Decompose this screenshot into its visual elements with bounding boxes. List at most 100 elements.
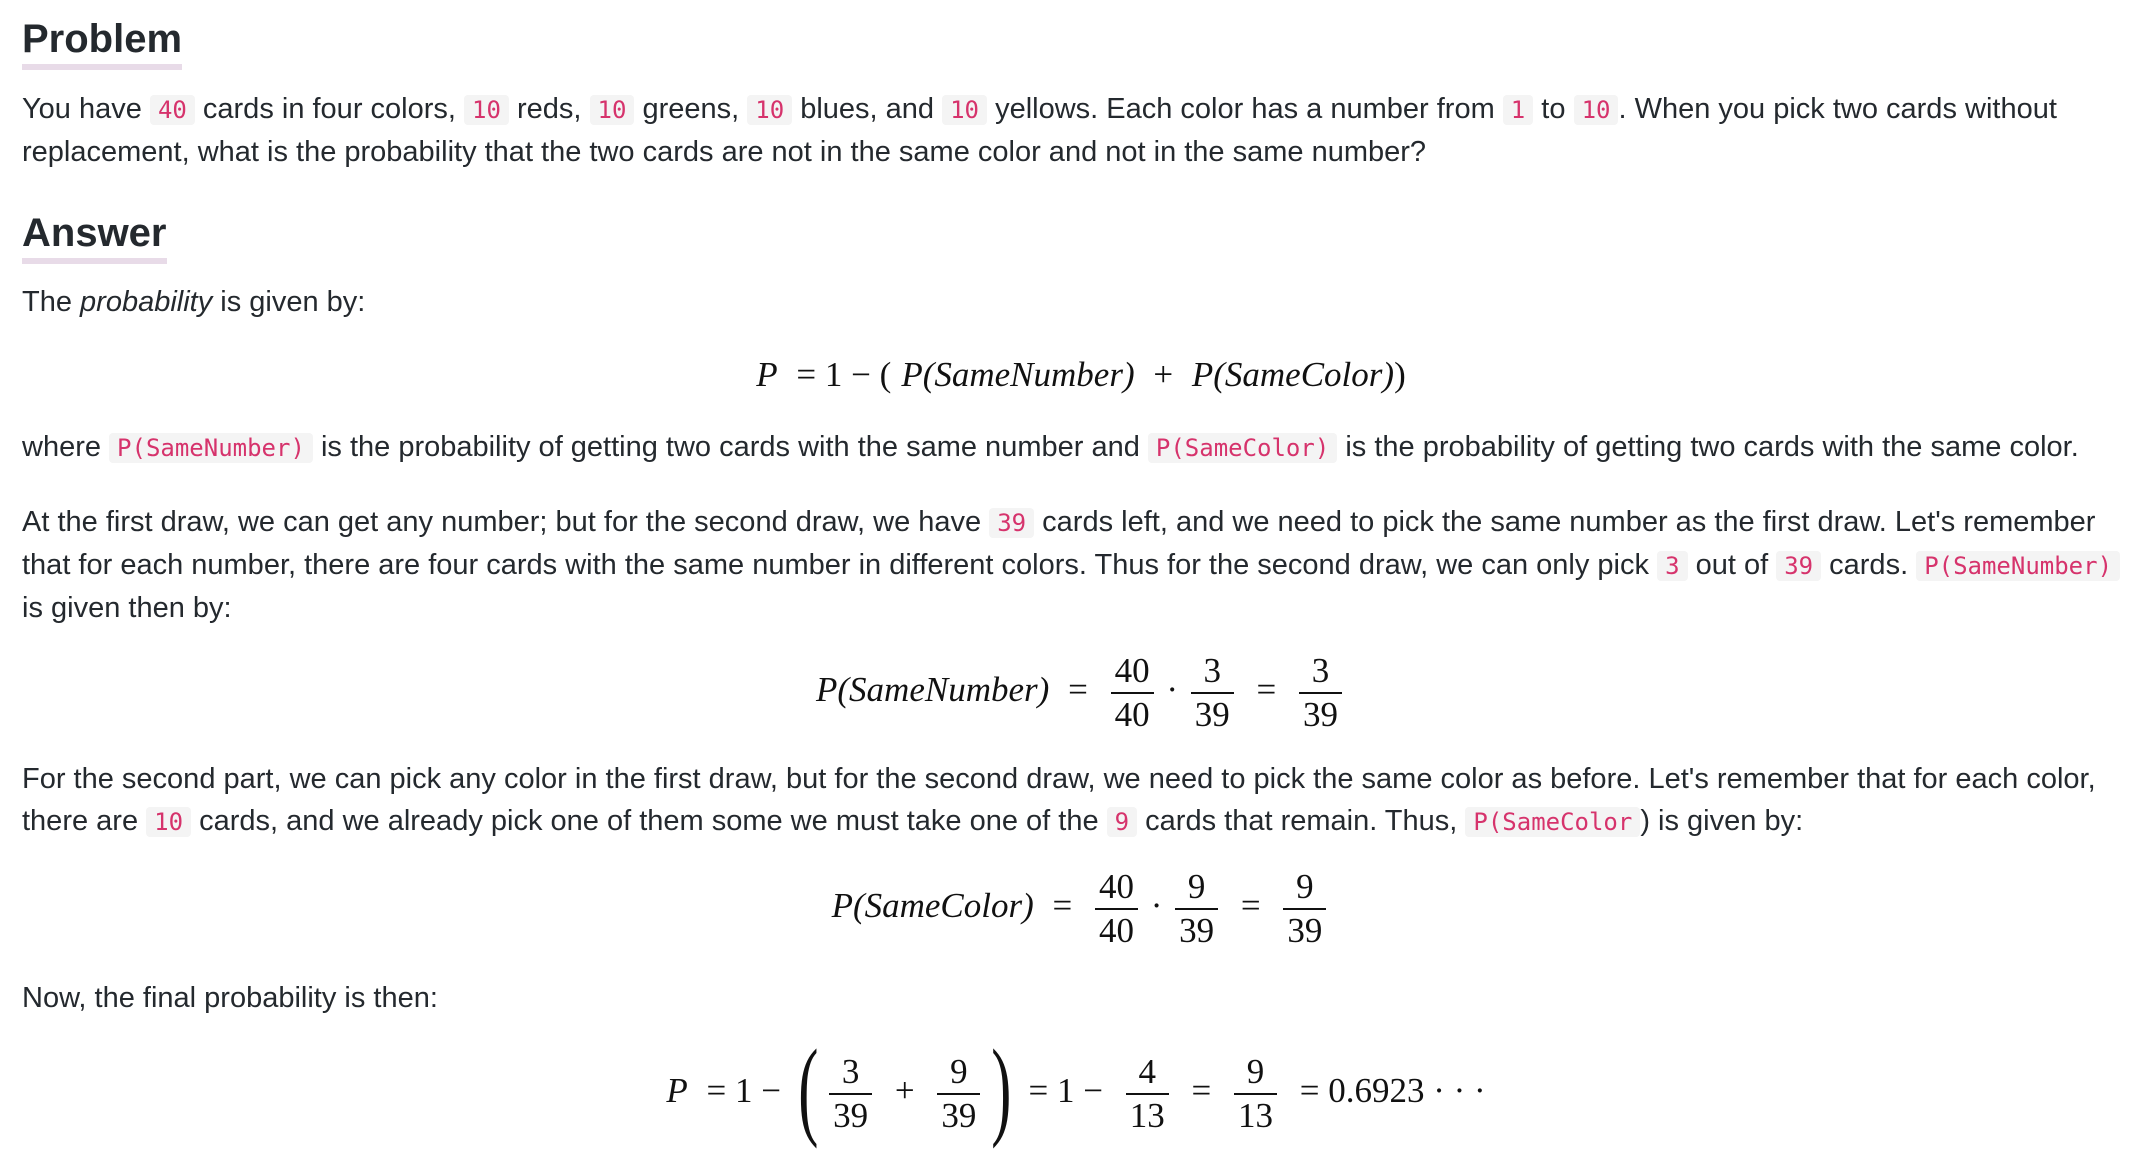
numerator: 9 <box>937 1051 981 1095</box>
text: blues, and <box>792 93 943 125</box>
fraction: 40 40 <box>1095 866 1139 952</box>
math-symbol: P <box>901 355 923 394</box>
denominator: 13 <box>1129 1096 1165 1135</box>
answer-heading: Answer <box>22 210 167 264</box>
math-operator: = <box>1068 670 1088 710</box>
math-operator: = 1 − ( <box>796 355 892 394</box>
inline-code: 3 <box>1657 551 1688 581</box>
math-argument: (SameNumber) <box>922 355 1135 394</box>
inline-code: 10 <box>942 95 988 125</box>
big-right-paren: ) <box>991 1027 1012 1149</box>
text: cards that remain. Thus, <box>1137 805 1466 837</box>
math-paren: ) <box>1394 355 1406 394</box>
text: You have <box>22 93 150 125</box>
math-operator: · <box>1150 886 1163 926</box>
text: cards, and we already pick one of them s… <box>191 805 1107 837</box>
math-operator: = <box>1191 1071 1212 1111</box>
denominator: 39 <box>1302 695 1338 734</box>
inline-code: P(SameNumber) <box>109 433 313 463</box>
text: greens, <box>634 93 748 125</box>
text: is the probability of getting two cards … <box>1337 431 2079 463</box>
inline-code: 10 <box>464 95 509 125</box>
first-draw-text: At the first draw, we can get any number… <box>22 501 2140 629</box>
math-symbol: P <box>756 355 778 394</box>
equation-main: P = 1 − (P(SameNumber) + P(SameColor)) <box>22 351 2140 399</box>
second-part-text: For the second part, we can pick any col… <box>22 758 2140 843</box>
big-left-paren: ( <box>797 1027 819 1149</box>
numerator: 3 <box>1298 650 1342 694</box>
numerator: 9 <box>1233 1051 1277 1095</box>
text: yellows. Each color has a number from <box>987 93 1503 125</box>
math-argument: (SameColor) <box>1213 355 1395 394</box>
equation-same-color: P(SameColor) = 40 40 · 9 39 = 9 39 <box>22 866 2140 952</box>
equation-same-number: P(SameNumber) = 40 40 · 3 39 = 3 39 <box>22 650 2140 736</box>
problem-heading: Problem <box>22 16 183 70</box>
text: At the first draw, we can get any number… <box>22 506 990 538</box>
answer-intro: The probability is given by: <box>22 281 2140 323</box>
math-symbol: P <box>831 886 853 926</box>
math-result: = 0.6923 · · · <box>1299 1071 1486 1111</box>
math-operator: = 1 − <box>706 1071 781 1111</box>
denominator: 39 <box>1179 911 1215 950</box>
inline-code: 40 <box>149 95 195 125</box>
emphasis: probability <box>80 286 213 318</box>
math-operator: = <box>1240 886 1261 926</box>
math-symbol: P <box>816 670 838 710</box>
equation-final: P = 1 − ( 3 39 + 9 39 ) = 1 − 4 13 = 9 13 = … <box>22 1033 2140 1143</box>
inline-code: P(SameColor) <box>1147 433 1338 463</box>
math-operator: = <box>1052 886 1073 926</box>
fraction: 4 13 <box>1125 1051 1169 1137</box>
math-operator: · <box>1166 670 1178 710</box>
text: cards. <box>1821 549 1917 581</box>
text: to <box>1533 93 1574 125</box>
where-text: where P(SameNumber) is the probability o… <box>22 426 2140 469</box>
math-operator: + <box>1144 355 1182 394</box>
text: is given by: <box>212 286 366 318</box>
text: cards in four colors, <box>194 93 464 125</box>
math-operator: = <box>1256 670 1277 710</box>
numerator: 40 <box>1110 650 1154 694</box>
fraction: 9 39 <box>937 1051 981 1137</box>
inline-code: 10 <box>146 807 192 837</box>
final-intro-text: Now, the final probability is then: <box>22 982 438 1014</box>
denominator: 13 <box>1237 1096 1273 1135</box>
text: ) is given by: <box>1640 805 1804 837</box>
text: The <box>22 286 81 318</box>
fraction: 9 39 <box>1283 866 1327 952</box>
numerator: 9 <box>1175 866 1219 910</box>
math-symbol: P <box>666 1071 688 1111</box>
text: is the probability of getting two cards … <box>312 431 1148 463</box>
fraction: 40 40 <box>1110 650 1154 736</box>
inline-code: 39 <box>1776 551 1822 581</box>
denominator: 39 <box>1287 911 1323 950</box>
denominator: 40 <box>1099 911 1135 950</box>
numerator: 40 <box>1095 866 1139 910</box>
fraction: 9 13 <box>1233 1051 1277 1137</box>
numerator: 3 <box>1190 650 1234 694</box>
text: is given then by: <box>22 592 232 624</box>
inline-code: P(SameColor <box>1465 807 1641 837</box>
text: where <box>22 431 110 463</box>
problem-text: You have 40 cards in four colors, 10 red… <box>22 88 2140 173</box>
math-operator: + <box>894 1071 915 1111</box>
numerator: 3 <box>829 1051 873 1095</box>
denominator: 39 <box>1194 695 1230 734</box>
numerator: 9 <box>1283 866 1327 910</box>
math-operator: = 1 − <box>1028 1071 1103 1111</box>
fraction: 3 39 <box>1190 650 1234 736</box>
inline-code: 10 <box>1573 95 1619 125</box>
math-argument: (SameNumber) <box>837 670 1050 710</box>
denominator: 39 <box>833 1096 869 1135</box>
inline-code: 39 <box>989 508 1035 538</box>
inline-code: P(SameNumber) <box>1916 551 2121 581</box>
inline-code: 1 <box>1502 95 1534 125</box>
denominator: 39 <box>941 1096 977 1135</box>
math-symbol: P <box>1191 355 1214 394</box>
math-argument: (SameColor) <box>852 886 1034 926</box>
text: reds, <box>508 93 590 125</box>
fraction: 3 39 <box>829 1051 873 1137</box>
inline-code: 10 <box>589 95 635 125</box>
numerator: 4 <box>1125 1051 1169 1095</box>
fraction: 9 39 <box>1175 866 1219 952</box>
text: out of <box>1687 549 1777 581</box>
